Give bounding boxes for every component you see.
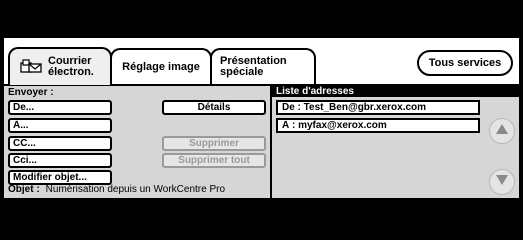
scroll-down-button[interactable]: [489, 169, 515, 195]
tab-special-layout-label-line2: spéciale: [220, 66, 264, 78]
bcc-button[interactable]: Cci...: [8, 153, 112, 168]
top-bar: [0, 0, 523, 38]
subject-value: Numérisation depuis un WorkCentre Pro: [45, 184, 226, 195]
address-list-header: Liste d'adresses: [272, 86, 519, 97]
subject-label: Objet :: [8, 184, 40, 195]
tab-email-label-line2: électron.: [48, 66, 94, 78]
mail-icon: [20, 58, 42, 77]
send-pane: Envoyer : De... À... CC... Cci... Modifi…: [4, 86, 270, 198]
address-entry[interactable]: De : Test_Ben@gbr.xerox.com: [276, 100, 480, 115]
address-list-pane: Liste d'adresses De : Test_Ben@gbr.xerox…: [272, 86, 519, 198]
delete-button[interactable]: Supprimer: [162, 136, 266, 151]
all-services-button[interactable]: Tous services: [417, 50, 513, 76]
all-services-label: Tous services: [428, 57, 502, 69]
tab-image-settings[interactable]: Réglage image: [110, 48, 212, 84]
tab-special-layout[interactable]: Présentation spéciale: [210, 48, 316, 84]
delete-all-button[interactable]: Supprimer tout: [162, 153, 266, 168]
from-button[interactable]: De...: [8, 100, 112, 115]
address-entry[interactable]: À : myfax@xerox.com: [276, 118, 480, 133]
tab-image-settings-label: Réglage image: [122, 60, 200, 73]
scroll-down-icon: [495, 173, 509, 191]
email-screen: Courrier électron. Réglage image Présent…: [4, 38, 519, 198]
subject-line: Objet : Numérisation depuis un WorkCentre…: [8, 184, 225, 195]
modify-subject-button[interactable]: Modifier objet...: [8, 170, 112, 185]
scroll-up-button[interactable]: [489, 118, 515, 144]
cc-button[interactable]: CC...: [8, 136, 112, 151]
tab-email[interactable]: Courrier électron.: [8, 47, 112, 85]
tab-content: Envoyer : De... À... CC... Cci... Modifi…: [4, 86, 519, 198]
details-button[interactable]: Détails: [162, 100, 266, 115]
scroll-up-icon: [495, 122, 509, 140]
to-button[interactable]: À...: [8, 118, 112, 133]
send-label: Envoyer :: [8, 87, 54, 98]
